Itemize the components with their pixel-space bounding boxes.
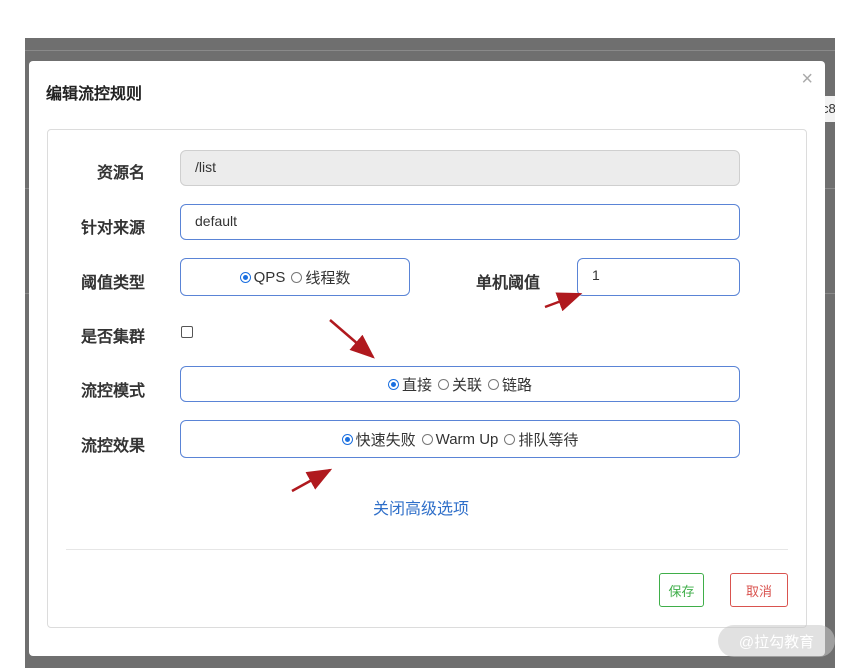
annotation-arrows xyxy=(291,292,583,493)
annotation-arrow-flow-mode xyxy=(329,319,375,359)
annotation-arrow-flow-effect xyxy=(291,468,333,493)
watermark: @拉勾教育 xyxy=(718,625,835,657)
annotation-arrow-threshold xyxy=(544,292,583,312)
